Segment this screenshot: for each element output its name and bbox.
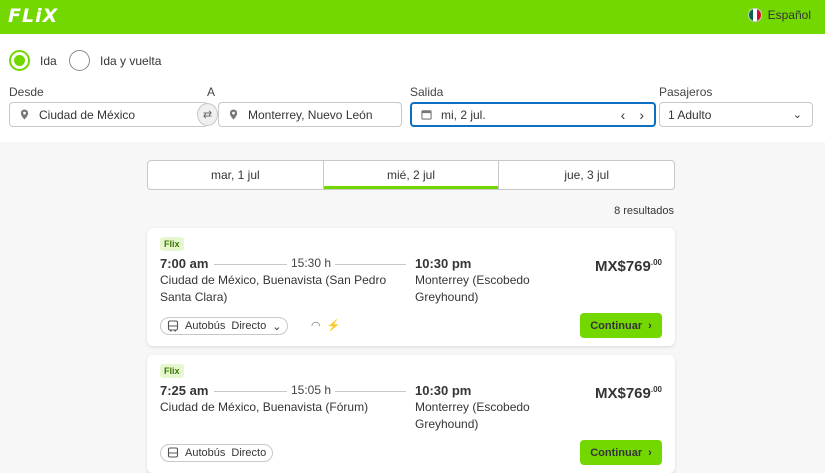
language-label: Español — [767, 8, 811, 22]
trip-card[interactable]: Flix 7:25 am 15:05 h 10:30 pm Ciudad de … — [147, 355, 675, 473]
mexico-flag-icon — [747, 8, 762, 22]
route-type: Directo — [231, 447, 267, 459]
brand-badge: Flix — [160, 364, 184, 378]
continue-button[interactable]: Continuar › — [580, 440, 662, 465]
vehicle-type: Autobús — [185, 320, 226, 332]
trip-type-one-way-label: Ida — [40, 53, 57, 68]
price-cents: .00 — [650, 385, 662, 394]
chevron-down-icon: ⌄ — [792, 109, 802, 121]
chevron-down-icon: ⌄ — [272, 320, 282, 333]
results-count: 8 resultados — [614, 205, 674, 217]
arrival-time: 10:30 pm — [415, 256, 472, 271]
trip-duration: 15:30 h — [287, 256, 336, 270]
passengers-value: 1 Adulto — [668, 107, 712, 122]
departure-date-field[interactable]: mi, 2 jul. ‹ › — [410, 102, 656, 127]
language-selector[interactable]: Español — [747, 8, 811, 22]
next-day-icon[interactable]: › — [639, 107, 644, 123]
flix-logo[interactable]: FLiX — [8, 5, 58, 27]
arrival-time: 10:30 pm — [415, 383, 472, 398]
tab-next-day[interactable]: jue, 3 jul — [499, 161, 674, 189]
trip-type-round-trip[interactable]: Ida y vuelta — [69, 50, 161, 71]
passengers-field[interactable]: 1 Adulto ⌄ — [659, 102, 813, 127]
previous-day-icon[interactable]: ‹ — [621, 107, 626, 123]
departure-station: Ciudad de México, Buenavista (San Pedro … — [160, 273, 387, 304]
power-outlet-icon: ⚡ — [326, 320, 341, 332]
passengers-label: Pasajeros — [659, 85, 713, 99]
price: MX$769.00 — [595, 258, 662, 275]
tab-selected-day[interactable]: mié, 2 jul — [323, 161, 500, 189]
brand-badge: Flix — [160, 237, 184, 251]
trip-card[interactable]: Flix 7:00 am 15:30 h 10:30 pm Ciudad de … — [147, 228, 675, 346]
trip-type-one-way[interactable]: Ida — [9, 50, 57, 71]
price-main: MX$769 — [595, 258, 651, 275]
from-label: Desde — [9, 85, 44, 99]
to-field[interactable]: Monterrey, Nuevo León — [218, 102, 402, 127]
swap-locations-button[interactable]: ⇄ — [197, 103, 218, 126]
bus-icon — [167, 447, 179, 458]
continue-label: Continuar — [590, 446, 643, 459]
departure-station: Ciudad de México, Buenavista (Fórum) — [160, 400, 369, 414]
radio-unselected-icon — [69, 50, 90, 71]
price: MX$769.00 — [595, 385, 662, 402]
trip-type-round-trip-label: Ida y vuelta — [100, 53, 162, 68]
continue-label: Continuar — [590, 319, 643, 332]
chevron-right-icon: › — [648, 446, 652, 459]
date-value: mi, 2 jul. — [441, 107, 486, 122]
continue-button[interactable]: Continuar › — [580, 313, 662, 338]
date-label: Salida — [410, 85, 444, 99]
route-type: Directo — [231, 320, 267, 332]
from-value: Ciudad de México — [39, 107, 136, 122]
top-bar: FLiX Español — [0, 0, 825, 34]
bus-icon — [167, 320, 179, 332]
price-main: MX$769 — [595, 385, 651, 402]
date-tabs: mar, 1 jul mié, 2 jul jue, 3 jul — [147, 160, 675, 190]
to-label: A — [207, 85, 216, 99]
arrival-station: Monterrey (Escobedo Greyhound) — [415, 273, 530, 304]
trip-details-toggle[interactable]: Autobús Directo — [160, 444, 274, 462]
wifi-icon: ◠ — [311, 320, 321, 332]
price-cents: .00 — [650, 258, 662, 267]
chevron-right-icon: › — [648, 319, 652, 332]
location-pin-icon — [20, 109, 29, 120]
arrival-station: Monterrey (Escobedo Greyhound) — [415, 400, 530, 431]
departure-time: 7:00 am — [160, 256, 209, 271]
to-value: Monterrey, Nuevo León — [248, 107, 373, 122]
calendar-icon — [421, 110, 432, 120]
location-pin-icon — [229, 109, 238, 120]
departure-time: 7:25 am — [160, 383, 209, 398]
tab-previous-day[interactable]: mar, 1 jul — [148, 161, 324, 189]
swap-icon: ⇄ — [202, 109, 213, 121]
from-field[interactable]: Ciudad de México — [9, 102, 208, 127]
trip-details-toggle[interactable]: Autobús Directo ⌄ — [160, 317, 289, 335]
amenities: ◠ ⚡ — [311, 319, 340, 332]
radio-selected-icon — [9, 50, 30, 71]
trip-duration: 15:05 h — [287, 383, 336, 397]
vehicle-type: Autobús — [185, 447, 226, 459]
